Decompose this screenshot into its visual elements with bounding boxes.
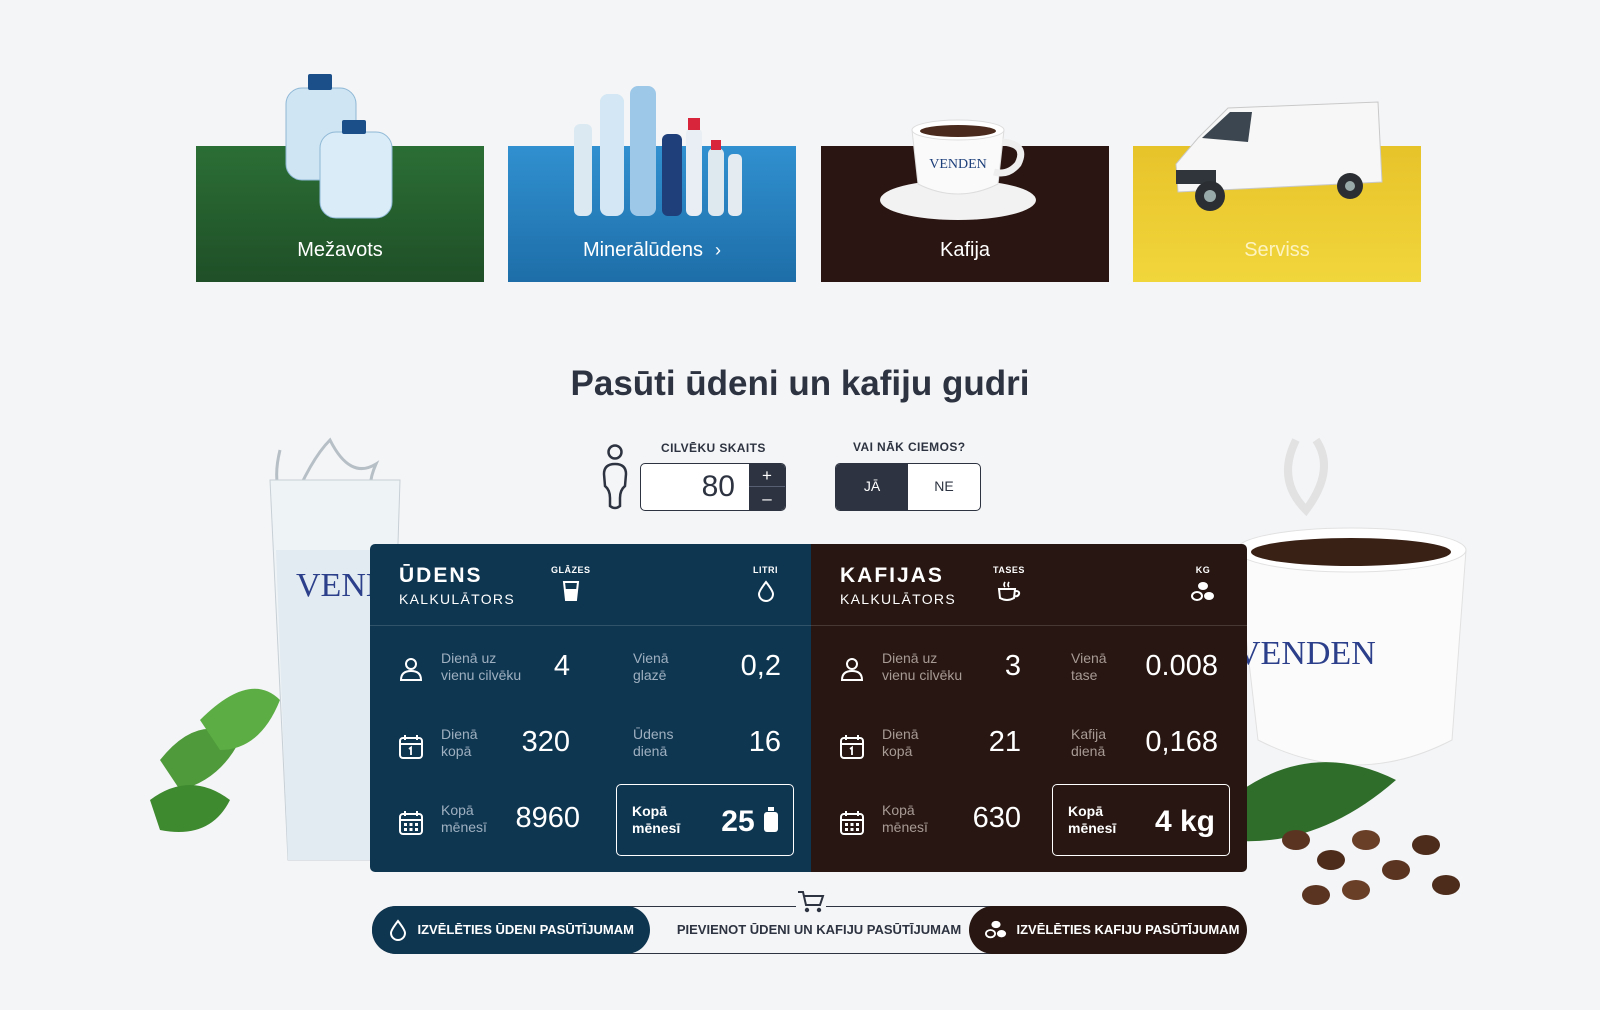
cup-logo-text: VENDEN xyxy=(1236,635,1376,672)
kg-column-header: KG xyxy=(1191,565,1215,604)
guests-no-button[interactable]: NE xyxy=(908,464,980,510)
drop-icon xyxy=(389,918,406,941)
coffee-total-value: 4 kg xyxy=(1154,805,1215,838)
coffee-day-total-label: Dienā kopā xyxy=(882,726,919,759)
coffee-row-per-person: Dienā uz vienu cilvēku 3 Vienā tase 0.008 xyxy=(811,630,1247,706)
water-bottles-image xyxy=(574,86,742,216)
water-per-person-value: 4 xyxy=(553,650,570,682)
water-per-day-value: 16 xyxy=(748,726,781,758)
water-per-day-label: Ūdens dienā xyxy=(633,726,674,759)
kg-column-label: KG xyxy=(1195,565,1211,575)
liters-column-label: LITRI xyxy=(753,565,778,575)
water-jug-icon xyxy=(764,807,778,832)
choose-water-button[interactable]: IZVĒLĒTIES ŪDENI PASŪTĪJUMAM xyxy=(371,905,650,954)
page-title: Pasūti ūdeni un kafiju gudri xyxy=(570,364,1030,403)
user-icon xyxy=(840,658,864,681)
calendar-day-icon xyxy=(399,735,423,759)
calendar-month-icon xyxy=(840,811,864,835)
increment-button[interactable]: + xyxy=(749,464,785,487)
coffee-cup-logo: VENDEN xyxy=(929,157,987,172)
coffee-per-person-label: Dienā uz vienu cilvēku xyxy=(882,650,963,683)
water-month-label: Kopā mēnesī xyxy=(441,802,487,835)
liters-column-header: LITRI xyxy=(753,565,778,602)
water-day-total-value: 320 xyxy=(521,726,570,758)
coffee-cup-icon xyxy=(997,581,1021,601)
coffee-beans-icon xyxy=(984,920,1006,938)
category-label-mineral: Minerālūdens › xyxy=(582,239,722,261)
water-total-box: Kopā mēnesī 25 xyxy=(616,784,794,856)
user-icon xyxy=(399,658,423,681)
people-count-value: 80 xyxy=(701,470,735,503)
guests-label: VAI NĀK CIEMOS? xyxy=(853,440,966,454)
calendar-month-icon xyxy=(399,811,423,835)
coffee-per-day-value: 0,168 xyxy=(1145,726,1218,758)
coffee-per-cup-label: Vienā tase xyxy=(1071,650,1107,683)
service-van-image xyxy=(1175,101,1383,211)
people-count-label: CILVĒKU SKAITS xyxy=(661,441,766,455)
decrement-button[interactable]: – xyxy=(749,487,785,510)
coffee-calculator-title: KAFIJAS xyxy=(840,564,944,587)
cups-column-label: TASES xyxy=(993,565,1025,575)
cart-icon xyxy=(796,888,826,916)
coffee-calculator: KAFIJAS KALKULĀTORS TASES KG Dienā uz vie… xyxy=(811,544,1247,872)
water-month-value: 8960 xyxy=(515,802,580,834)
person-icon xyxy=(602,444,628,510)
guests-yes-button[interactable]: JĀ xyxy=(836,464,908,510)
coffee-cup-image: VENDEN xyxy=(880,119,1036,220)
coffee-month-value: 630 xyxy=(972,802,1021,834)
water-row-per-person: Dienā uz vienu cilvēku 4 Vienā glazē 0,2 xyxy=(370,630,811,706)
choose-water-label: IZVĒLĒTIES ŪDENI PASŪTĪJUMAM xyxy=(417,921,634,937)
water-per-person-label: Dienā uz vienu cilvēku xyxy=(441,650,522,683)
cups-column-header: TASES xyxy=(993,565,1025,604)
category-cards: Mežavots Minerālūdens › Kafija VENDEN Ser… xyxy=(196,60,1422,282)
people-count-field[interactable]: 80 + – xyxy=(640,463,786,511)
guests-toggle: JĀ NE xyxy=(835,463,981,511)
category-label-mezavots: Mežavots xyxy=(297,239,383,261)
water-calculator-title: ŪDENS xyxy=(399,564,483,587)
water-day-total-label: Dienā kopā xyxy=(441,726,478,759)
glasses-column-header: GLĀZES xyxy=(551,565,591,602)
glasses-column-label: GLĀZES xyxy=(551,565,591,575)
calendar-day-icon xyxy=(840,735,864,759)
category-label-kafija: Kafija xyxy=(939,239,991,261)
glass-icon xyxy=(562,581,579,601)
coffee-total-box: Kopā mēnesī 4 kg xyxy=(1052,784,1230,856)
choose-coffee-button[interactable]: IZVĒLĒTIES KAFIJU PASŪTĪJUMAM xyxy=(968,905,1247,954)
coffee-total-label: Kopā mēnesī xyxy=(1068,803,1117,836)
water-total-label: Kopā mēnesī xyxy=(632,803,681,836)
coffee-calculator-subtitle: KALKULĀTORS xyxy=(840,591,956,607)
coffee-calculator-header: KAFIJAS KALKULĀTORS TASES KG xyxy=(811,544,1247,626)
coffee-beans-icon xyxy=(1191,582,1214,601)
water-total-value: 25 xyxy=(721,805,779,839)
coffee-day-total-value: 21 xyxy=(988,726,1021,758)
coffee-per-day-label: Kafija dienā xyxy=(1071,726,1107,759)
water-per-glass-label: Vienā glazē xyxy=(633,650,669,683)
chevron-right-icon: › xyxy=(715,240,722,260)
water-calculator-subtitle: KALKULĀTORS xyxy=(399,591,515,607)
water-row-per-day: Dienā kopā 320 Ūdens dienā 16 xyxy=(370,708,811,784)
coffee-row-per-day: Dienā kopā 21 Kafija dienā 0,168 xyxy=(811,708,1247,784)
water-jugs-image xyxy=(285,74,393,219)
coffee-month-label: Kopā mēnesī xyxy=(882,802,928,835)
people-stepper: + – xyxy=(749,464,785,510)
water-calculator-header: ŪDENS KALKULĀTORS GLĀZES LITRI xyxy=(370,544,811,626)
category-label-serviss: Serviss xyxy=(1244,239,1310,261)
drop-icon xyxy=(757,580,774,602)
choose-coffee-label: IZVĒLĒTIES KAFIJU PASŪTĪJUMAM xyxy=(1016,921,1240,937)
coffee-per-person-value: 3 xyxy=(1004,650,1021,682)
water-calculator: ŪDENS KALKULĀTORS GLĀZES LITRI Dienā uz v… xyxy=(370,544,811,872)
coffee-per-cup-value: 0.008 xyxy=(1145,650,1218,682)
water-per-glass-value: 0,2 xyxy=(740,650,781,682)
